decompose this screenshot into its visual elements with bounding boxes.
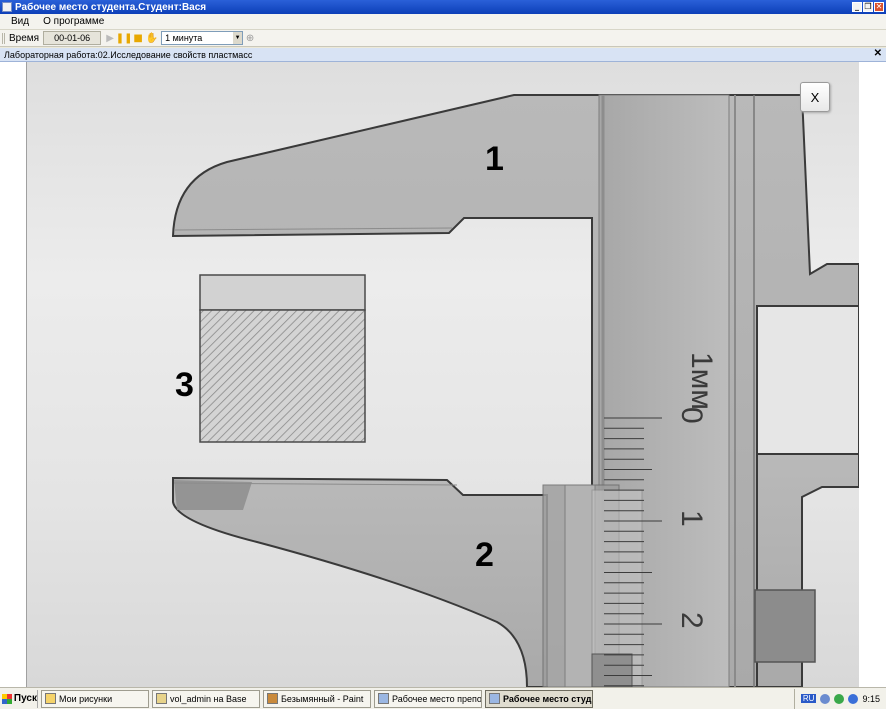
close-window-button[interactable]: ✕ [874, 2, 884, 12]
task-button-active[interactable]: Рабочее место студ... [485, 689, 593, 708]
time-display: 00-01-06 [43, 31, 102, 45]
apply-icon[interactable]: ⊕ [243, 31, 257, 45]
antivirus-icon[interactable] [834, 693, 845, 704]
scale-tick-label-2: 2 [675, 612, 708, 629]
scale-unit-label: 1мм [685, 352, 718, 410]
network-icon[interactable] [820, 693, 831, 704]
workspace: 1мм 0 1 2 1 2 3 X [0, 62, 886, 687]
windows-logo-icon [2, 693, 12, 704]
task-button[interactable]: Безымянный - Paint [263, 689, 371, 708]
start-button[interactable]: Пуск [0, 689, 38, 708]
menu-view[interactable]: Вид [4, 16, 36, 27]
app-window-icon [378, 693, 389, 704]
taskbar: Пуск Мои рисунки vol_admin на Base Безым… [0, 687, 886, 709]
interval-value: 1 минута [165, 33, 203, 43]
caliper-illustration: 1мм 0 1 2 [171, 94, 859, 687]
restore-button[interactable]: ❐ [863, 2, 873, 12]
security-icon[interactable] [848, 693, 859, 704]
paint-icon [267, 693, 278, 704]
sample-hatched [199, 309, 366, 443]
system-tray: RU 9:15 [793, 688, 886, 709]
console-icon [156, 693, 167, 704]
document-tab: Лабораторная работа:02.Исследование свой… [0, 48, 886, 62]
app-icon [2, 2, 12, 12]
scale-tick-label-0: 0 [675, 407, 708, 424]
toolbar: Время 00-01-06 ▶ ❚❚ ■ ✋ 1 минута ▼ ⊕ [0, 30, 886, 47]
menu-bar: Вид О программе [0, 14, 886, 30]
pause-icon[interactable]: ❚❚ [116, 31, 133, 45]
caliper-stage: 1мм 0 1 2 1 2 3 X [27, 62, 859, 687]
close-document-icon[interactable]: ✕ [874, 48, 882, 59]
window-title: Рабочее место студента.Студент:Вася [15, 1, 207, 13]
menu-about[interactable]: О программе [36, 16, 111, 27]
time-label: Время [2, 32, 43, 44]
minimize-button[interactable]: _ [852, 2, 862, 12]
scale-tick-label-1: 1 [675, 510, 708, 527]
callout-upper-jaw: 1 [485, 140, 504, 178]
title-bar: Рабочее место студента.Студент:Вася _ ❐ … [0, 0, 886, 14]
language-indicator[interactable]: RU [800, 694, 817, 703]
chevron-down-icon: ▼ [233, 32, 243, 44]
step-icon[interactable]: ✋ [145, 31, 159, 45]
task-button[interactable]: Рабочее место препода... [374, 689, 482, 708]
sample-top [199, 274, 366, 311]
task-button[interactable]: Мои рисунки [41, 689, 149, 708]
interval-select[interactable]: 1 минута ▼ [161, 31, 244, 45]
clock: 9:15 [862, 693, 880, 704]
callout-sample: 3 [175, 366, 194, 404]
app-window-icon [489, 693, 500, 704]
callout-lower-jaw: 2 [475, 536, 494, 574]
stop-icon[interactable]: ■ [131, 31, 145, 45]
folder-icon [45, 693, 56, 704]
task-button[interactable]: vol_admin на Base [152, 689, 260, 708]
close-stage-button[interactable]: X [800, 82, 830, 112]
document-title: Лабораторная работа:02.Исследование свой… [4, 49, 253, 60]
